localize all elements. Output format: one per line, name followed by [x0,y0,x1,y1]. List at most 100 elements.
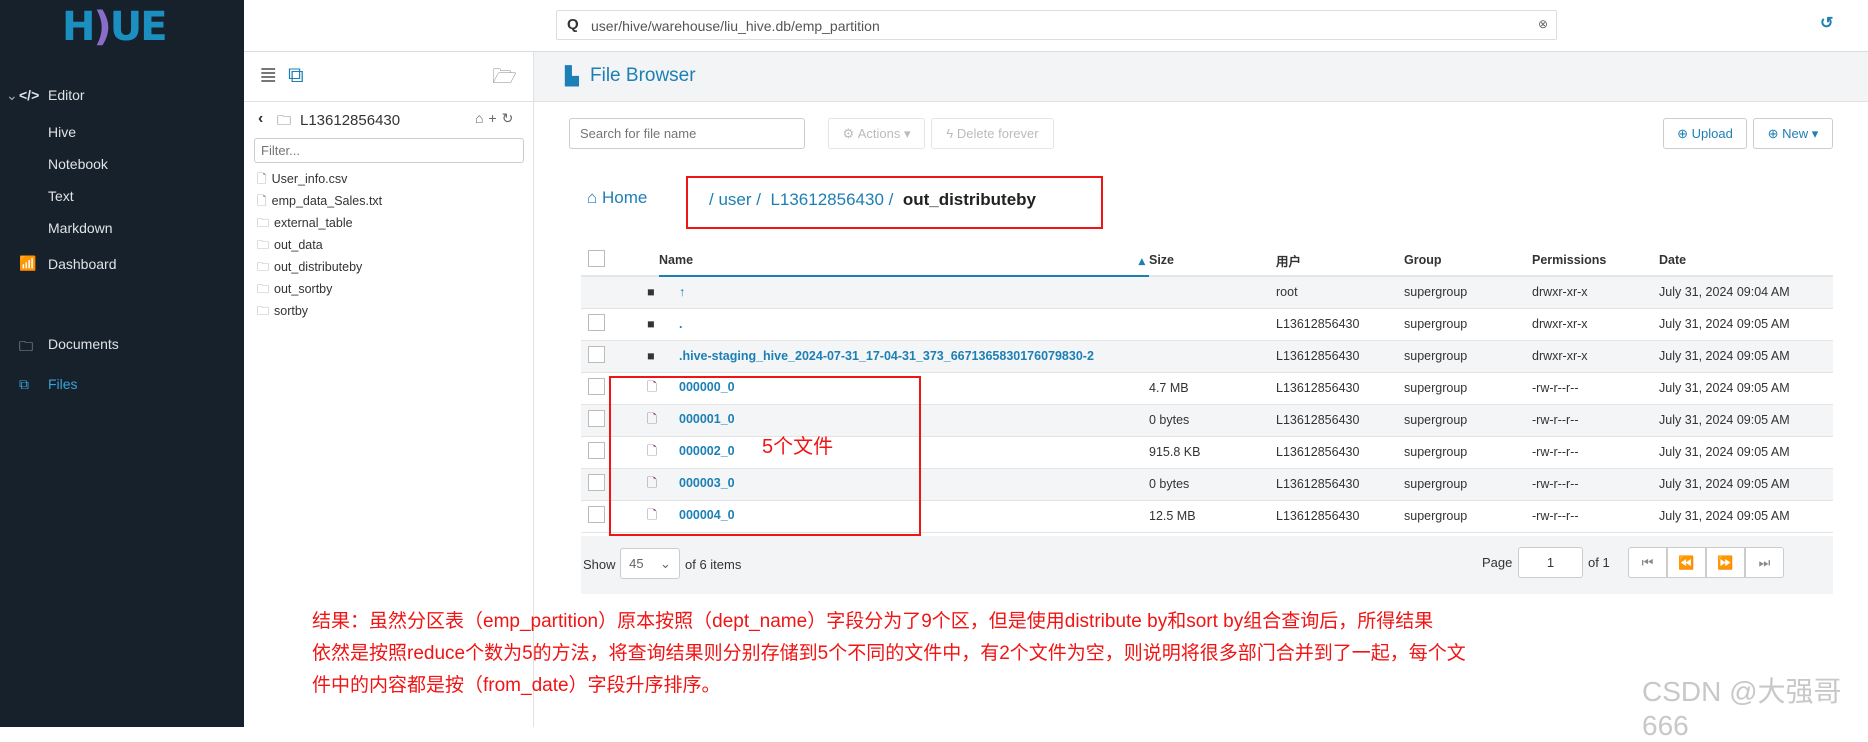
new-button[interactable]: ⊕ New ▾ [1753,118,1833,149]
table-row[interactable]: ■. L13612856430 supergroup drwxr-xr-x July 3… [581,308,1833,341]
page-count: of 1 [1588,555,1610,570]
note-line: 依然是按照reduce个数为5的方法，将查询结果则分别存储到5个不同的文件中，有… [312,643,1466,664]
sidebar-item-notebook[interactable]: Notebook [48,156,108,172]
clear-icon[interactable]: ⊗ [1538,17,1548,31]
files-icon: ⧉ [19,376,29,392]
sidebar-item-editor[interactable]: Editor [48,87,85,103]
tree-item[interactable]: 🗀 sortby [257,302,308,323]
folder-icon: ■ [647,317,655,331]
page-label: Page [1482,555,1513,570]
actions-button[interactable]: ⚙ Actions ▾ [828,118,925,149]
row-checkbox[interactable] [588,474,605,491]
home-add-refresh-icons[interactable]: ⌂+↻ [475,110,518,127]
page-size-select[interactable]: 45 ⌄ [620,548,680,579]
name-cell[interactable]: ■. [647,308,1149,341]
upload-button[interactable]: ⊕ Upload [1663,118,1747,149]
col-user[interactable]: 用户 [1276,245,1404,277]
hue-logo[interactable]: H)UE [62,4,168,50]
sidebar-item-files[interactable]: Files [48,376,78,392]
sort-icon[interactable]: ▴ [1139,253,1145,268]
size-cell: 0 bytes [1149,468,1276,501]
open-folder-icon[interactable]: 🗁 [492,62,517,96]
perm-cell: drwxr-xr-x [1532,276,1659,309]
date-cell: July 31, 2024 09:04 AM [1659,276,1833,309]
group-value: supergroup [1404,381,1468,395]
row-checkbox[interactable] [588,442,605,459]
size-cell: 4.7 MB [1149,372,1276,405]
date-value: July 31, 2024 09:05 AM [1659,349,1790,363]
tree-item[interactable]: 🗀 out_distributeby [257,258,362,279]
col-size[interactable]: Size [1149,245,1276,277]
user-cell: L13612856430 [1276,436,1404,469]
chevron-down-icon[interactable]: ⌄ [6,87,18,104]
row-checkbox[interactable] [588,314,605,331]
group-value: supergroup [1404,349,1468,363]
user-cell: L13612856430 [1276,404,1404,437]
first-page-button[interactable]: ⏮ [1628,547,1667,578]
tree-item[interactable]: 🗀 external_table [257,214,353,235]
row-checkbox[interactable] [588,410,605,427]
history-icon[interactable]: ↺ [1820,13,1833,33]
row-checkbox[interactable] [588,506,605,523]
row-checkbox[interactable] [588,378,605,395]
tree-item-label: external_table [274,216,353,230]
top-bar: Q user/hive/warehouse/liu_hive.db/emp_pa… [244,0,1868,52]
file-name-link[interactable]: . [679,317,682,331]
name-cell[interactable]: ■ .hive-staging_hive_2024-07-31_17-04-31_… [647,340,1149,373]
sidebar-item-hive[interactable]: Hive [48,124,76,140]
code-icon: </> [19,87,40,103]
table-row[interactable]: ■ .hive-staging_hive_2024-07-31_17-04-31_… [581,340,1833,373]
breadcrumb-home[interactable]: ⌂ Home [587,188,647,208]
file-name-link[interactable]: .hive-staging_hive_2024-07-31_17-04-31_3… [679,349,1094,363]
size-cell [1149,308,1276,341]
size-cell [1149,340,1276,373]
global-search-input[interactable]: Q user/hive/warehouse/liu_hive.db/emp_pa… [556,10,1557,40]
sidebar-item-text[interactable]: Text [48,188,74,204]
breadcrumb-dir[interactable]: L13612856430 [770,190,883,209]
folder-icon: 🗀 [277,112,291,128]
database-icon[interactable]: ≣ [259,62,277,88]
size-value: 12.5 MB [1149,509,1196,523]
filter-input[interactable] [254,138,524,163]
perm-value: drwxr-xr-x [1532,349,1588,363]
col-permissions[interactable]: Permissions [1532,245,1659,277]
back-icon[interactable]: ‹ [258,110,263,128]
page-input[interactable]: 1 [1518,547,1583,578]
tree-item[interactable]: 🗋 User_info.csv [257,170,347,191]
select-all[interactable] [581,245,659,277]
table-row[interactable]: ■ ↑ root supergroup drwxr-xr-x July 31, 2024 … [581,276,1833,309]
sidebar-item-markdown[interactable]: Markdown [48,220,113,236]
folder-icon: 🗀 [257,238,270,252]
perm-value: -rw-r--r-- [1532,413,1579,427]
breadcrumb-current: out_distributeby [902,190,1036,209]
breadcrumb: / user / L13612856430 / out_distributeby [709,190,1036,209]
col-group[interactable]: Group [1404,245,1532,277]
tree-item-label: User_info.csv [271,172,348,186]
file-search-input[interactable] [569,118,805,149]
file-name-link[interactable]: ↑ [679,285,685,299]
user-cell: root [1276,276,1404,309]
prev-page-button[interactable]: ⏪ [1667,547,1706,578]
name-cell[interactable]: ■ ↑ [647,276,1149,309]
perm-cell: drwxr-xr-x [1532,308,1659,341]
tree-item[interactable]: 🗋 emp_data_Sales.txt [257,192,382,213]
user-cell: L13612856430 [1276,468,1404,501]
next-page-button[interactable]: ⏩ [1706,547,1745,578]
sidebar-item-dashboard[interactable]: Dashboard [48,256,117,272]
col-date[interactable]: Date [1659,245,1833,277]
delete-forever-button[interactable]: ϟ Delete forever [931,118,1054,149]
col-name[interactable]: Name ▴ [659,245,1149,277]
sidebar-item-documents[interactable]: Documents [48,336,119,352]
date-value: July 31, 2024 09:05 AM [1659,413,1790,427]
tree-item[interactable]: 🗀 out_data [257,236,323,257]
perm-value: -rw-r--r-- [1532,509,1579,523]
user-cell: L13612856430 [1276,500,1404,533]
group-cell: supergroup [1404,404,1532,437]
tree-item[interactable]: 🗀 out_sortby [257,280,332,301]
row-checkbox[interactable] [588,346,605,363]
files-icon[interactable]: ⧉ [288,62,304,88]
date-cell: July 31, 2024 09:05 AM [1659,340,1833,373]
breadcrumb-user[interactable]: user [718,190,751,209]
last-page-button[interactable]: ⏭ [1745,547,1784,578]
date-cell: July 31, 2024 09:05 AM [1659,308,1833,341]
